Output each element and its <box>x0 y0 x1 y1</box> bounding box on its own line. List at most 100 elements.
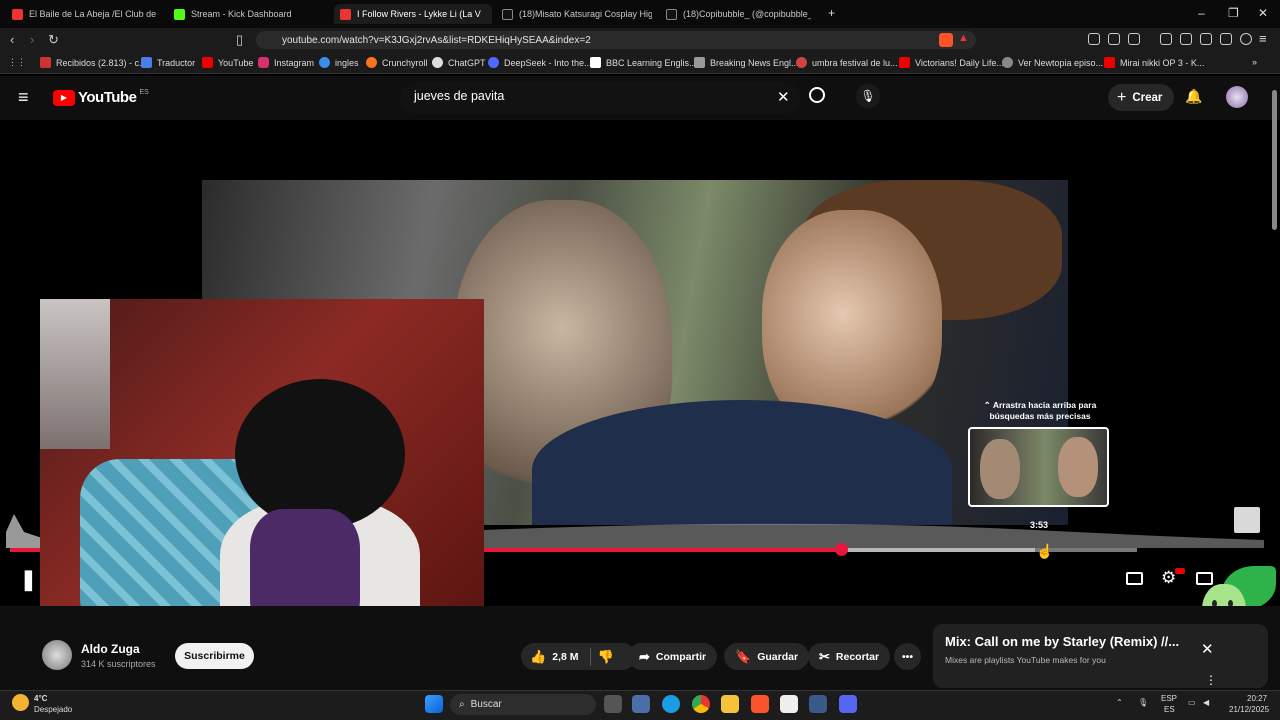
browser-tab[interactable]: (18)Misato Katsuragi Cosplay Highlights <box>502 4 652 24</box>
notifications-bell-icon[interactable]: 🔔 <box>1185 88 1202 105</box>
browser-tab-active[interactable]: I Follow Rivers - Lykke Li (La V ✕ <box>334 4 492 24</box>
restore-icon[interactable]: ❐ <box>1228 6 1239 20</box>
playlist-menu-icon[interactable]: ⋮ <box>1205 673 1217 687</box>
save-label: Guardar <box>757 650 799 663</box>
volume-icon[interactable]: ◀ <box>1203 698 1209 707</box>
wallet-icon[interactable] <box>1200 33 1212 45</box>
weather-icon[interactable] <box>12 694 29 711</box>
taskbar-search[interactable]: ⌕ Buscar <box>450 694 596 715</box>
more-actions-button[interactable]: ••• <box>894 643 921 670</box>
leo-icon[interactable] <box>1220 33 1232 45</box>
more-horizontal-icon: ••• <box>901 650 914 663</box>
brave-rewards-icon[interactable]: ▲ <box>958 32 969 44</box>
close-playlist-icon[interactable]: ✕ <box>1201 640 1214 658</box>
bookmark-label: Crunchyroll <box>382 57 428 68</box>
media-icon[interactable] <box>1160 33 1172 45</box>
plus-icon: + <box>1117 88 1127 106</box>
avatar[interactable] <box>1226 86 1248 108</box>
apps-icon[interactable]: ⋮⋮ <box>8 57 26 68</box>
menu-icon[interactable]: ≡ <box>1259 31 1267 46</box>
save-button[interactable]: 🔖 Guardar <box>724 643 810 670</box>
clock-time[interactable]: 20:27 <box>1247 694 1267 703</box>
windows-start-icon[interactable] <box>425 695 443 713</box>
clock-date[interactable]: 21/12/2025 <box>1229 705 1269 714</box>
bookmark-label: BBC Learning Englis... <box>606 57 697 68</box>
more-bookmarks-icon[interactable]: » <box>1252 57 1257 67</box>
bookmark-item[interactable]: umbra festival de lu... <box>796 57 898 68</box>
url-field[interactable]: youtube.com/watch?v=K3JGxj2rvAs&list=RDK… <box>256 31 976 49</box>
bookmark-item[interactable]: ingles <box>319 57 359 68</box>
vpn-icon[interactable] <box>1240 33 1252 45</box>
create-button[interactable]: + Crear <box>1108 84 1174 111</box>
brave-shield-icon[interactable] <box>939 33 953 47</box>
chatgpt-icon <box>432 57 443 68</box>
bookmark-item[interactable]: Crunchyroll <box>366 57 428 68</box>
create-label: Crear <box>1132 91 1163 104</box>
bookmark-item[interactable]: YouTube <box>202 57 253 68</box>
clear-search-icon[interactable]: ✕ <box>777 88 790 106</box>
mix-title[interactable]: Mix: Call on me by Starley (Remix) //... <box>945 634 1179 649</box>
page-scrollbar[interactable] <box>1272 90 1277 230</box>
settings-app-icon[interactable] <box>809 695 827 713</box>
microphone-tray-icon[interactable]: 🎙 <box>1138 698 1148 707</box>
file-explorer-icon[interactable] <box>721 695 739 713</box>
extension-icon[interactable] <box>1128 33 1140 45</box>
subtitles-icon[interactable] <box>1126 572 1143 585</box>
bookmark-item[interactable]: BBC Learning Englis... <box>590 57 697 68</box>
bookmark-item[interactable]: Ver Newtopia episo... <box>1002 57 1103 68</box>
network-icon[interactable]: ▭ <box>1188 698 1196 707</box>
sidebar-icon[interactable] <box>1180 33 1192 45</box>
keyboard-layout[interactable]: ES <box>1164 705 1175 714</box>
search-input[interactable]: jueves de pavita <box>414 89 504 103</box>
most-replayed-heatmap <box>484 523 1264 548</box>
channel-name[interactable]: Aldo Zuga <box>81 642 140 656</box>
bookmark-item[interactable]: Instagram <box>258 57 314 68</box>
new-tab-icon[interactable]: + <box>828 6 835 20</box>
edge-icon[interactable] <box>662 695 680 713</box>
extension-icon[interactable] <box>1108 33 1120 45</box>
search-icon[interactable] <box>809 87 825 103</box>
bookmark-item[interactable]: Recibidos (2.813) - c... <box>40 57 147 68</box>
bookmark-icon[interactable]: ▯ <box>236 32 243 48</box>
subscribe-button[interactable]: Suscribirme <box>175 643 254 669</box>
task-view-icon[interactable] <box>604 695 622 713</box>
browser-tab[interactable]: Stream - Kick Dashboard <box>174 4 324 24</box>
browser-tab[interactable]: El Baile de La Abeja /El Club de Kids <box>12 4 157 24</box>
dislike-icon[interactable]: 👎 <box>597 649 613 665</box>
reload-icon[interactable]: ↻ <box>48 32 59 48</box>
clip-button[interactable]: ✂ Recortar <box>808 643 891 670</box>
youtube-logo[interactable]: ▶ YouTube ES <box>53 89 149 106</box>
bookmark-item[interactable]: Victorians! Daily Life... <box>899 57 1004 68</box>
language-indicator[interactable]: ESP <box>1161 694 1177 703</box>
clip-label: Recortar <box>835 650 880 663</box>
like-count[interactable]: 2,8 M <box>552 651 578 663</box>
bookmark-label: ingles <box>335 57 359 68</box>
brave-icon[interactable] <box>751 695 769 713</box>
forward-icon[interactable]: › <box>30 32 34 47</box>
microphone-icon[interactable]: 🎙 <box>856 84 880 108</box>
bookmark-label: Traductor <box>157 57 196 68</box>
minimize-icon[interactable]: – <box>1198 6 1205 20</box>
browser-tab[interactable]: (18)Copibubble_ (@copibubble_) <box>666 4 811 24</box>
instagram-icon <box>258 57 269 68</box>
extension-icon[interactable] <box>1088 33 1100 45</box>
bookmark-item[interactable]: Mirai nikki OP 3 - K... <box>1104 57 1204 68</box>
back-icon[interactable]: ‹ <box>10 32 14 47</box>
bookmark-item[interactable]: Breaking News Engl... <box>694 57 799 68</box>
notepad-icon[interactable] <box>780 695 798 713</box>
discord-icon[interactable] <box>839 695 857 713</box>
channel-avatar[interactable] <box>42 640 72 670</box>
like-icon[interactable]: 👍 <box>530 649 546 665</box>
tray-overflow-icon[interactable]: ⌃ <box>1116 698 1123 707</box>
hamburger-menu-icon[interactable]: ≡ <box>18 88 29 106</box>
bookmark-item[interactable]: Traductor <box>141 57 195 68</box>
bookmark-item[interactable]: DeepSeek - Into the... <box>488 57 592 68</box>
share-button[interactable]: ➦ Compartir <box>628 643 718 670</box>
bookmark-item[interactable]: ChatGPT <box>432 57 486 68</box>
chrome-icon[interactable] <box>692 695 710 713</box>
close-window-icon[interactable]: ✕ <box>1258 6 1268 20</box>
settings-gear-icon[interactable]: ⚙ <box>1161 568 1176 588</box>
close-tab-icon[interactable]: ✕ <box>491 9 492 20</box>
store-icon[interactable] <box>632 695 650 713</box>
bookmark-label: Victorians! Daily Life... <box>915 57 1004 68</box>
